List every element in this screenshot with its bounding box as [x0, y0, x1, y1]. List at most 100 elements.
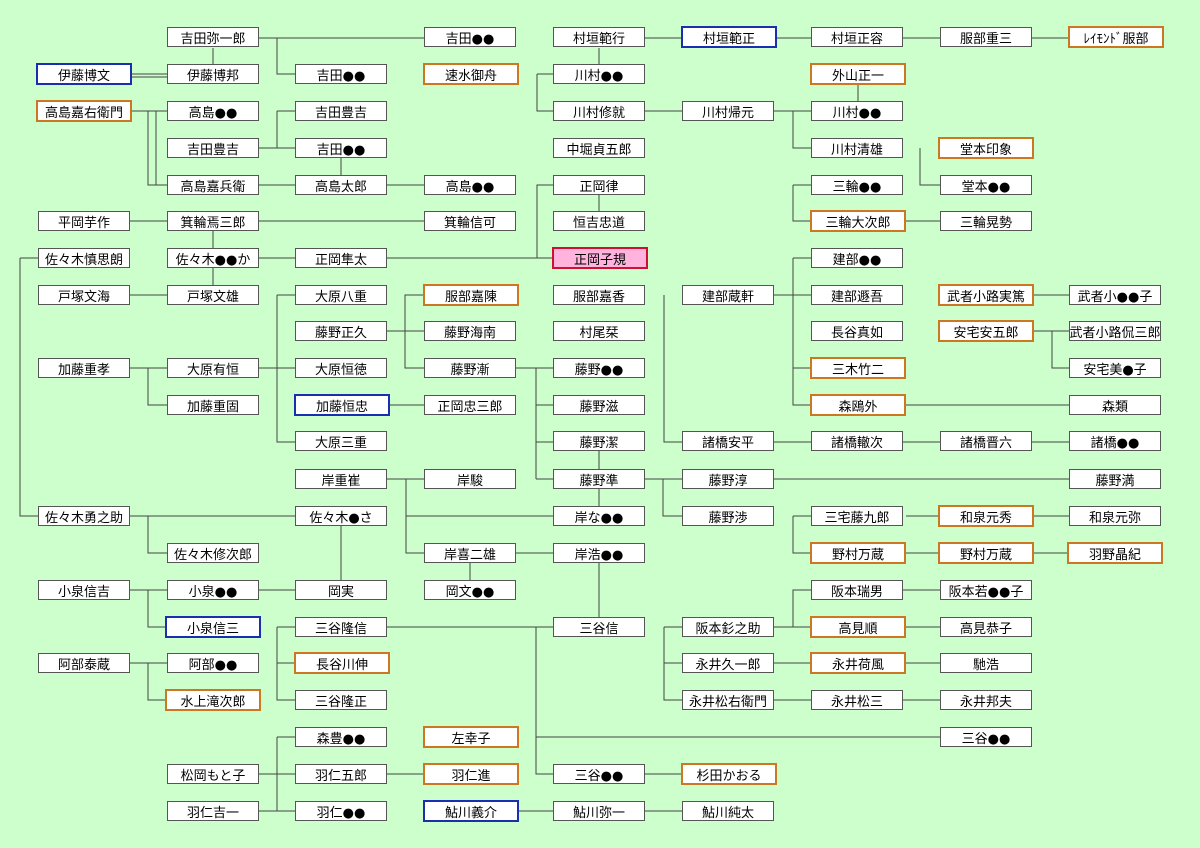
connector-line — [792, 185, 810, 222]
connector-line — [147, 111, 167, 186]
person-box: 岡文●● — [424, 580, 516, 600]
person-box: 諸橋安平 — [682, 431, 774, 451]
connector-line — [792, 589, 811, 627]
person-box: 三宅藤九郎 — [811, 506, 903, 526]
person-box: 服部重三 — [940, 27, 1032, 47]
person-box-highlight-orange: 安宅安五郎 — [938, 320, 1034, 342]
person-box: 大原八重 — [295, 285, 387, 305]
person-box: 正岡隼太 — [295, 248, 387, 268]
person-box-highlight-orange: 服部嘉陳 — [423, 284, 519, 306]
person-box: 武者小●●子 — [1069, 285, 1161, 305]
person-box: 藤野漸 — [424, 358, 516, 378]
person-box: 岸喜二雄 — [424, 543, 516, 563]
person-box: 川村帰元 — [682, 101, 774, 121]
person-box: 岸浩●● — [553, 543, 645, 563]
person-box: 和泉元弥 — [1069, 506, 1161, 526]
person-box: 吉田豊吉 — [167, 138, 259, 158]
person-box: 川村修就 — [553, 101, 645, 121]
person-box: 永井松三 — [811, 690, 903, 710]
person-box: 大原三重 — [295, 431, 387, 451]
person-box: 三谷隆信 — [295, 617, 387, 637]
person-box: 岸な●● — [553, 506, 645, 526]
person-box: 羽仁吉一 — [167, 801, 259, 821]
connector-line — [147, 368, 167, 406]
person-box: 吉田●● — [295, 64, 387, 84]
person-box-highlight-orange: 三木竹二 — [810, 357, 906, 379]
connector-line — [663, 295, 682, 443]
connector-line — [535, 627, 553, 775]
person-box: 戸塚文雄 — [167, 285, 259, 305]
person-box: 諸橋晋六 — [940, 431, 1032, 451]
person-box: 岸駿 — [424, 469, 516, 489]
person-box-highlight-orange: 高島嘉右衛門 — [36, 100, 132, 122]
person-box: 羽仁五郎 — [295, 764, 387, 784]
person-box: 小泉信吉 — [38, 580, 130, 600]
connector-line — [276, 38, 295, 75]
person-box: 村尾栞 — [553, 321, 645, 341]
person-box: 武者小路侃三郎 — [1069, 321, 1161, 341]
person-box-highlight-orange: 野村万蔵 — [810, 542, 906, 564]
person-box: 佐々木勇之助 — [38, 506, 130, 526]
person-box-highlight-orange: 野村万蔵 — [938, 542, 1034, 564]
person-box: 佐々木●さ — [295, 506, 387, 526]
person-box-highlight-orange: 羽仁進 — [423, 763, 519, 785]
person-box: 服部嘉香 — [553, 285, 645, 305]
person-box: 三谷●● — [940, 727, 1032, 747]
person-box: 建部●● — [811, 248, 903, 268]
person-box: 中堀貞五郎 — [553, 138, 645, 158]
person-box-highlight-orange: 長谷川伸 — [294, 652, 390, 674]
person-box: 高島嘉兵衛 — [167, 175, 259, 195]
person-box: 戸塚文海 — [38, 285, 130, 305]
person-box: 三輪●● — [811, 175, 903, 195]
connector-line — [147, 590, 165, 628]
person-box: 阿部●● — [167, 653, 259, 673]
person-box: 村垣正容 — [811, 27, 903, 47]
person-box: 佐々木修次郎 — [167, 543, 259, 563]
person-box-highlight-focus: 正岡子規 — [552, 247, 648, 269]
person-box: 藤野満 — [1069, 469, 1161, 489]
person-box-highlight-blue: 小泉信三 — [165, 616, 261, 638]
person-box: 大原有恒 — [167, 358, 259, 378]
person-box-highlight-orange: 武者小路実篤 — [938, 284, 1034, 306]
person-box: 箕輪焉三郎 — [167, 211, 259, 231]
connector-line — [792, 516, 810, 554]
connector-line — [1051, 331, 1069, 369]
person-box: 高見恭子 — [940, 617, 1032, 637]
connector-line — [536, 74, 553, 112]
person-box: 永井久一郎 — [682, 653, 774, 673]
person-box: 建部蔵軒 — [682, 285, 774, 305]
person-box: 佐々木●●か — [167, 248, 259, 268]
person-box-highlight-orange: 速水御舟 — [423, 63, 519, 85]
person-box-highlight-orange: 外山正一 — [810, 63, 906, 85]
person-box: 阪本若●●子 — [940, 580, 1032, 600]
person-box: 建部遯吾 — [811, 285, 903, 305]
family-tree-diagram: 吉田弥一郎 吉田●● 村垣範行 村垣範正 村垣正容 服部重三 ﾚｲﾓﾝﾄﾞ服部 … — [0, 0, 1200, 848]
person-box: 長谷真如 — [811, 321, 903, 341]
person-box-highlight-blue: 伊藤博文 — [36, 63, 132, 85]
connector-lines — [19, 27, 1069, 812]
person-box: 高島●● — [424, 175, 516, 195]
person-box: 川村●● — [553, 64, 645, 84]
person-box: 吉田弥一郎 — [167, 27, 259, 47]
person-box: 馳浩 — [940, 653, 1032, 673]
person-box: 岡実 — [295, 580, 387, 600]
person-box-highlight-orange: 永井荷風 — [810, 652, 906, 674]
person-box: 藤野渉 — [682, 506, 774, 526]
person-box: 藤野海南 — [424, 321, 516, 341]
person-box-highlight-orange: 左幸子 — [423, 726, 519, 748]
person-box: 藤野潔 — [553, 431, 645, 451]
connector-line — [536, 184, 553, 258]
connector-line — [387, 294, 423, 332]
person-box: 三輪晃勢 — [940, 211, 1032, 231]
person-box: 安宅美●子 — [1069, 358, 1161, 378]
person-box: 阪本釤之助 — [682, 617, 774, 637]
person-box: 阿部泰蔵 — [38, 653, 130, 673]
person-box: 諸橋轍次 — [811, 431, 903, 451]
person-box: 藤野滋 — [553, 395, 645, 415]
person-box: 藤野淳 — [682, 469, 774, 489]
person-box: 三谷●● — [553, 764, 645, 784]
person-box-highlight-orange: 水上滝次郎 — [165, 689, 261, 711]
person-box: 羽仁●● — [295, 801, 387, 821]
person-box: 小泉●● — [167, 580, 259, 600]
connector-line — [147, 663, 165, 701]
